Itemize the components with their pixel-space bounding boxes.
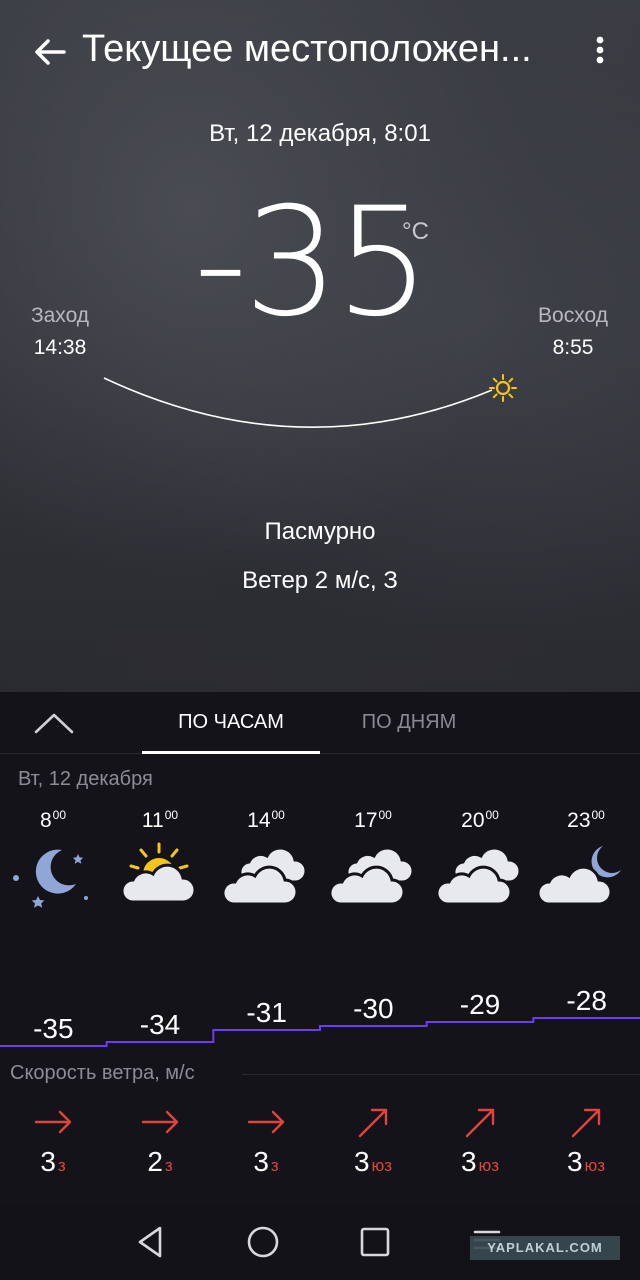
hourly-temp-label: -31 bbox=[246, 997, 286, 1028]
hour-label: 1400 bbox=[247, 808, 285, 832]
wind-value: 3з bbox=[40, 1146, 66, 1177]
wind-value: 3 юз bbox=[353, 1146, 393, 1177]
forecast-panel: ПО ЧАСАМ ПО ДНЯМ Вт, 12 декабря 800 1100… bbox=[0, 692, 640, 1204]
overcast-cloud-icon bbox=[328, 846, 415, 906]
watermark-logo: YAPLAKAL.COM bbox=[470, 1236, 620, 1260]
wind-arrow-east-icon bbox=[141, 1110, 179, 1134]
hour-label: 800 bbox=[39, 808, 67, 832]
current-datetime: Вт, 12 декабря, 8:01 bbox=[209, 120, 431, 147]
wind-arrow-east-icon bbox=[247, 1110, 285, 1134]
tab-hourly[interactable]: ПО ЧАСАМ bbox=[142, 692, 320, 754]
divider bbox=[242, 1074, 640, 1075]
moon-behind-cloud-icon bbox=[536, 846, 621, 906]
temperature-step-line bbox=[0, 1017, 640, 1047]
current-wind: Ветер 2 м/с, З bbox=[242, 567, 398, 594]
current-temperature: -35 bbox=[193, 176, 431, 350]
more-vert-icon[interactable] bbox=[588, 32, 612, 72]
sun-behind-cloud-icon bbox=[120, 842, 197, 904]
temperature-unit: °C bbox=[402, 218, 429, 245]
nav-back-icon[interactable] bbox=[132, 1224, 168, 1260]
sun-path-arc bbox=[103, 374, 517, 428]
forecast-day-label: Вт, 12 декабря bbox=[18, 768, 153, 790]
overcast-cloud-icon bbox=[435, 846, 522, 906]
sunset-label: Заход bbox=[30, 304, 90, 327]
hourly-temp-label: -30 bbox=[353, 993, 393, 1024]
wind-value: 3 юз bbox=[566, 1146, 606, 1177]
hourly-temp-label: -34 bbox=[140, 1009, 180, 1040]
back-arrow-icon[interactable] bbox=[30, 32, 70, 72]
wind-value: 3 юз bbox=[460, 1146, 500, 1177]
hourly-temperature-chart: -35 -34 -31 -30 -29 -28 bbox=[0, 985, 640, 1047]
hour-label: 1100 bbox=[141, 808, 179, 832]
overcast-cloud-icon bbox=[221, 846, 308, 906]
tab-daily[interactable]: ПО ДНЯМ bbox=[320, 692, 498, 754]
wind-arrow-northeast-icon bbox=[465, 1108, 495, 1138]
wind-arrow-northeast-icon bbox=[358, 1108, 388, 1138]
wind-arrow-northeast-icon bbox=[571, 1108, 601, 1138]
top-app-bar: Текущее местоположен... bbox=[0, 20, 640, 84]
wind-value: 3з bbox=[253, 1146, 279, 1177]
nav-home-icon[interactable] bbox=[245, 1224, 281, 1260]
forecast-tabs: ПО ЧАСАМ ПО ДНЯМ bbox=[0, 692, 640, 754]
sun-icon bbox=[489, 374, 517, 402]
hour-label: 2300 bbox=[567, 808, 605, 832]
wind-speed-title: Скорость ветра, м/с bbox=[10, 1062, 195, 1084]
hourly-temp-label: -35 bbox=[33, 1013, 73, 1044]
sunset-time: 14:38 bbox=[33, 336, 87, 359]
location-title: Текущее местоположен... bbox=[82, 28, 532, 70]
sunrise-time: 8:55 bbox=[552, 336, 594, 359]
night-clear-moon-icon bbox=[13, 849, 88, 908]
chevron-up-icon[interactable] bbox=[32, 706, 76, 740]
weather-condition: Пасмурно bbox=[264, 518, 376, 545]
hourly-temp-label: -29 bbox=[460, 989, 500, 1020]
weather-hero: Текущее местоположен... Вт, 12 декабря, … bbox=[0, 0, 640, 692]
hour-label: 1700 bbox=[354, 808, 392, 832]
sunrise-label: Восход bbox=[538, 304, 608, 327]
wind-value: 2з bbox=[147, 1146, 173, 1177]
nav-recents-icon[interactable] bbox=[357, 1224, 393, 1260]
hour-label: 2000 bbox=[461, 808, 499, 832]
wind-arrow-east-icon bbox=[34, 1110, 72, 1134]
hourly-temp-label: -28 bbox=[566, 985, 606, 1016]
